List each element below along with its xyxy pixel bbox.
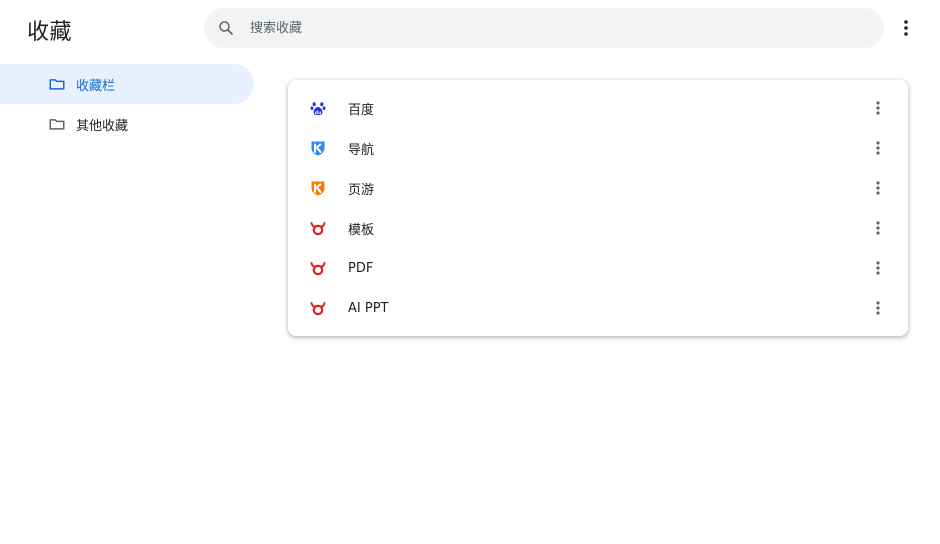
red-bull-icon (310, 220, 326, 236)
bookmark-title: PDF (348, 260, 374, 276)
folder-icon (48, 75, 66, 93)
more-vert-icon (876, 101, 880, 115)
svg-text:du: du (315, 110, 321, 116)
bookmark-more-button[interactable] (865, 295, 891, 321)
more-vert-icon (904, 20, 908, 36)
bookmark-list: du 百度 导航 页游 模板 PDF AI PPT (288, 80, 908, 336)
blue-shield-k-icon (310, 140, 326, 156)
red-bull-icon (310, 260, 326, 276)
folder-icon (48, 115, 66, 133)
bookmark-more-button[interactable] (865, 135, 891, 161)
more-vert-icon (876, 141, 880, 155)
bookmark-more-button[interactable] (865, 255, 891, 281)
bookmark-title: 百度 (348, 102, 375, 118)
bookmark-row[interactable]: 页游 (288, 168, 908, 208)
orange-shield-k-icon (310, 180, 326, 196)
bookmark-title: 导航 (348, 142, 375, 158)
more-vert-icon (876, 181, 880, 195)
sidebar-item-bookmarks-bar[interactable]: 收藏栏 (0, 64, 254, 104)
bookmark-row[interactable]: 导航 (288, 128, 908, 168)
bookmark-title: 页游 (348, 182, 375, 198)
bookmark-title: 模板 (348, 222, 375, 238)
search-box[interactable] (204, 8, 884, 48)
more-options-button[interactable] (893, 15, 919, 41)
bookmarks-manager: 收藏 收藏栏 其他收藏 (0, 0, 940, 544)
sidebar-item-other-bookmarks[interactable]: 其他收藏 (0, 104, 254, 144)
baidu-paw-icon: du (310, 100, 326, 116)
more-vert-icon (876, 221, 880, 235)
page-title: 收藏 (27, 20, 73, 45)
bookmark-title: AI PPT (348, 300, 389, 316)
bookmark-more-button[interactable] (865, 95, 891, 121)
sidebar: 收藏栏 其他收藏 (0, 64, 254, 144)
bookmark-row[interactable]: PDF (288, 248, 908, 288)
bookmark-more-button[interactable] (865, 215, 891, 241)
search-icon (217, 19, 235, 37)
bookmark-row[interactable]: AI PPT (288, 288, 908, 328)
red-bull-icon (310, 300, 326, 316)
bookmark-row[interactable]: du 百度 (288, 88, 908, 128)
more-vert-icon (876, 261, 880, 275)
bookmark-more-button[interactable] (865, 175, 891, 201)
sidebar-item-label: 其他收藏 (76, 118, 129, 134)
more-vert-icon (876, 301, 880, 315)
sidebar-item-label: 收藏栏 (76, 78, 116, 94)
bookmark-row[interactable]: 模板 (288, 208, 908, 248)
search-input[interactable] (250, 16, 830, 40)
